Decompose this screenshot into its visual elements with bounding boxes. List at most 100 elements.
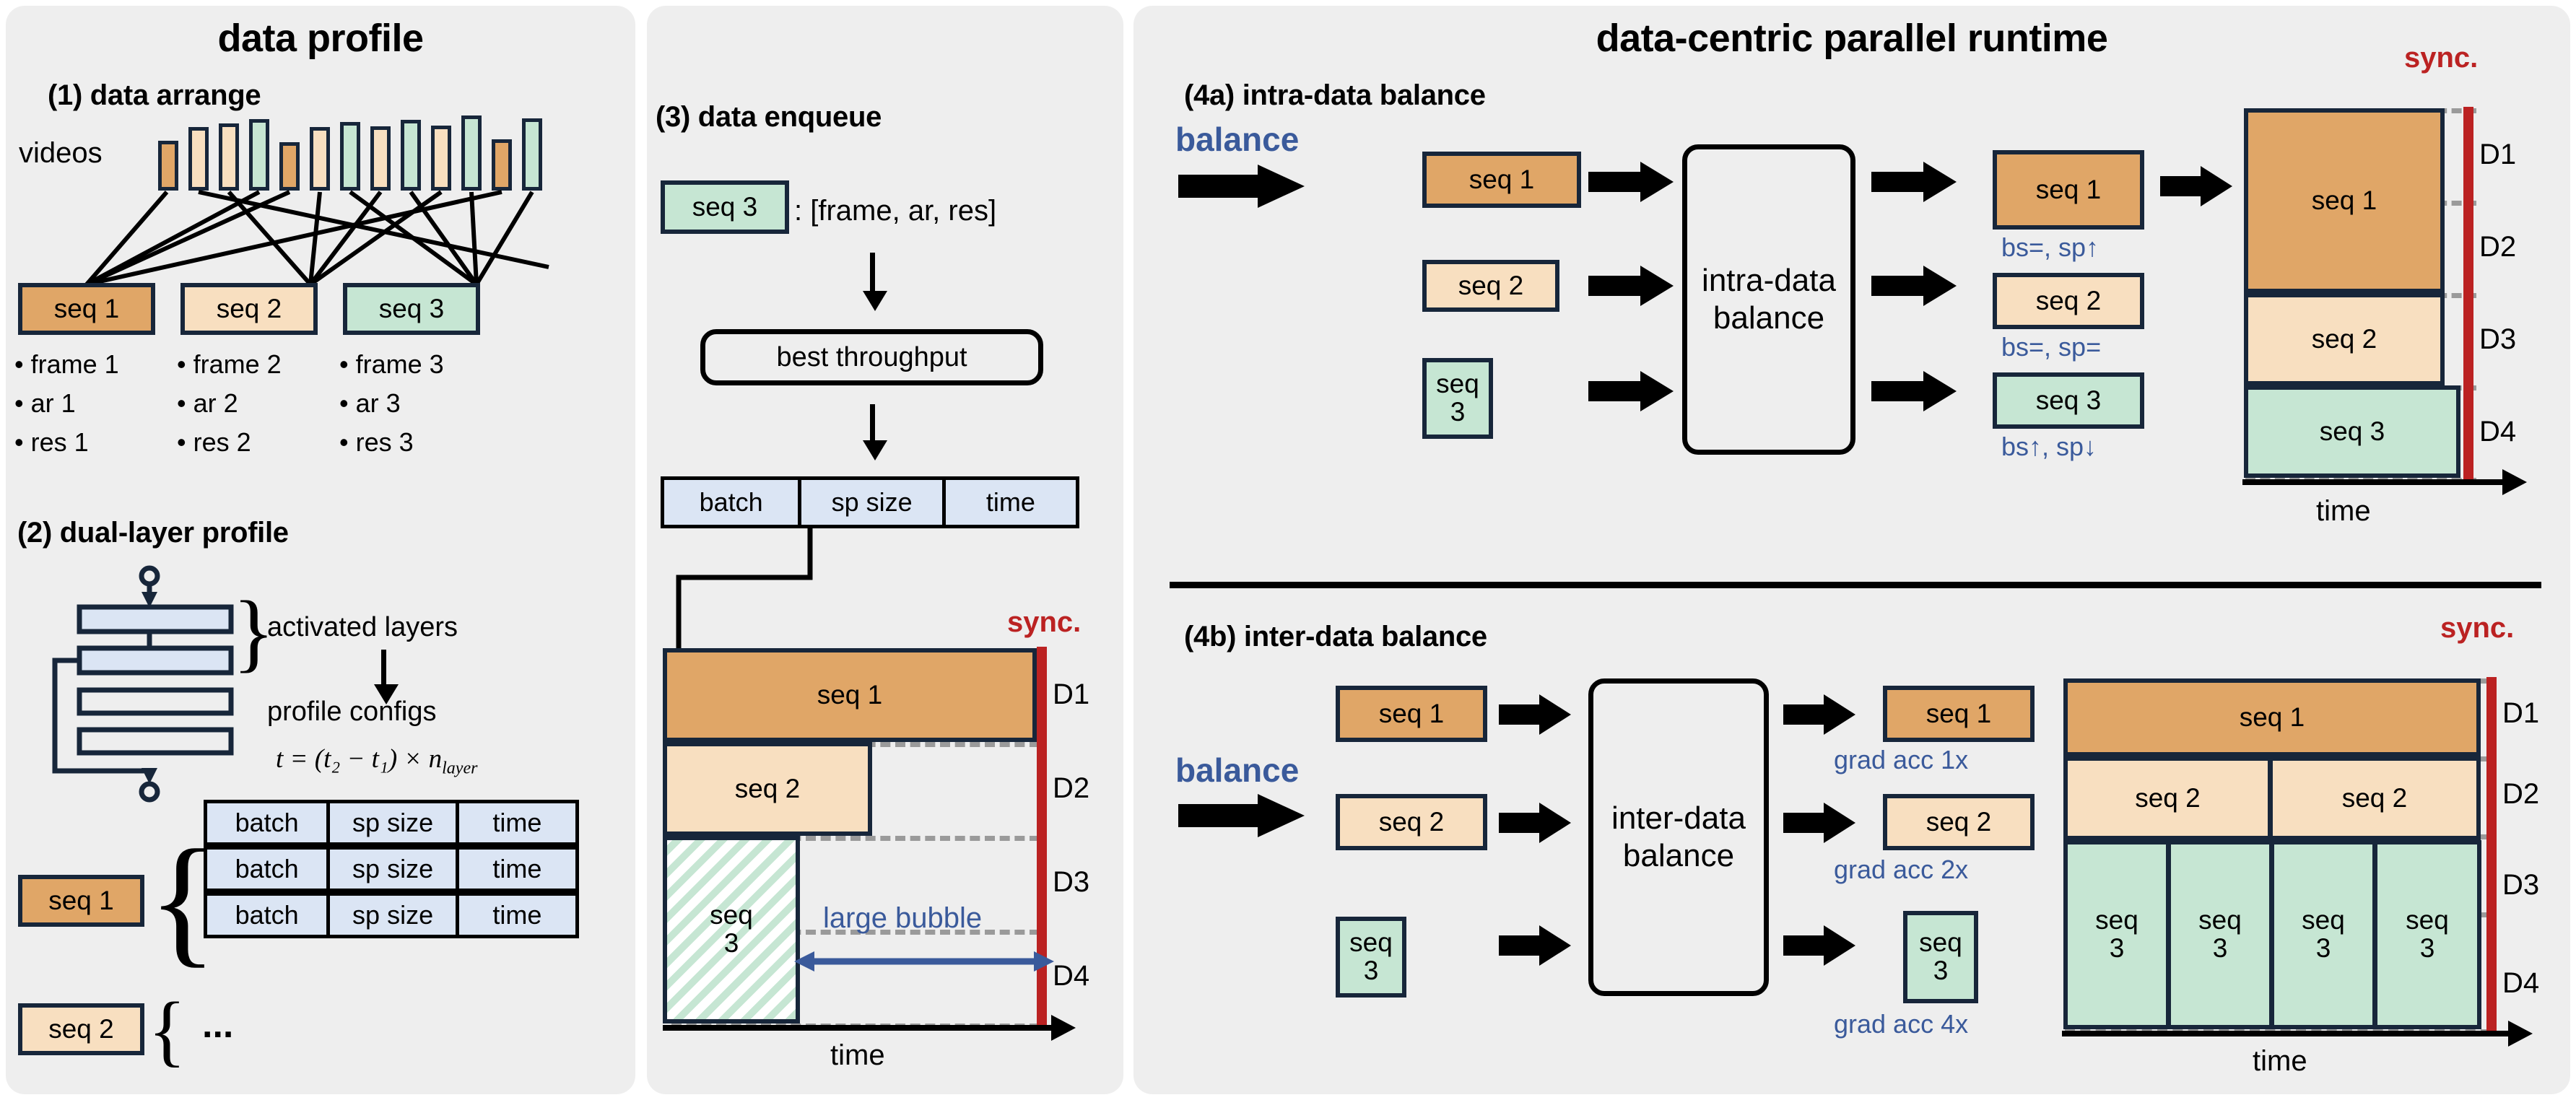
intra-output-note-2: bs=, sp= [2001,332,2102,362]
intra-input-seq2: seq 2 [1422,260,1559,312]
enqueue-arrow-1 [863,253,887,311]
timeline-bar-label: seq 3 [2302,905,2345,963]
timeline-bar-label: seq 3 [2319,416,2385,446]
video-bar [461,115,482,191]
timeline-4a-row-d2: D2 [2479,231,2517,263]
timeline-bar-label: seq 1 [2239,702,2305,732]
timeline-4a-bar-seq2: seq 2 [2244,293,2445,385]
timeline-4b-row3-cell: seq 3 [2270,840,2377,1029]
timeline-bar-label: seq 3 [2095,905,2138,963]
section-title-dual-layer-profile: (2) dual-layer profile [17,517,289,549]
inter-output-seq2: seq 2 [1883,794,2035,850]
table-header-cell: sp size [801,480,946,525]
table-cell: time [458,850,575,889]
seq-box-label: seq 2 [1458,270,1524,300]
profile-formula-sub: layer [442,759,478,778]
best-throughput-box: best throughput [700,329,1043,385]
seq-box-label: seq 3 [692,191,758,222]
attr-list-3: • frame 3 • ar 3 • res 3 [339,345,444,462]
inter-output-seq1: seq 1 [1883,686,2035,742]
time-axis-label-4a: time [2316,495,2371,527]
seq-box-label: seq 1 [2035,174,2102,204]
attr-list-2: • frame 2 • ar 2 • res 2 [177,345,282,462]
timeline-bar-seq2: seq 2 [663,742,872,836]
inter-output-note-1: grad acc 1x [1834,745,1969,774]
enqueue-seq-meta: : [frame, ar, res] [794,195,997,227]
intra-data-balance-box: intra-data balance [1682,144,1855,455]
time-axis-label-3: time [830,1039,885,1071]
intra-to-timeline-arrow [2160,166,2232,206]
sync-label-3: sync. [1007,606,1082,638]
timeline-bar-label: seq 2 [2135,782,2201,813]
profile-formula-text: t = (t₂ − t₁) × n [276,744,443,774]
table-cell: batch [207,803,331,842]
seq-box-2: seq 2 [180,283,318,335]
intra-output-arrows [1871,162,1957,411]
diagram-canvas: data profile (1) data arrange videos seq… [0,0,2576,1100]
seq-box-label: seq 2 [216,293,282,323]
profile-table-row: batch sp size time [204,800,579,846]
inter-output-seq3: seq 3 [1903,911,1978,1003]
table-header-cell: batch [664,480,802,525]
timeline-row-label-d1: D1 [1053,678,1090,710]
attr-list-1: • frame 1 • ar 1 • res 1 [14,345,119,462]
seq-box-1: seq 1 [18,283,155,335]
inter-balance-label: inter-data balance [1611,800,1746,873]
profile-formula: t = (t₂ − t₁) × nlayer [276,743,477,778]
inter-output-note-3: grad acc 4x [1834,1009,1969,1039]
timeline-4a-bar-seq1: seq 1 [2244,108,2445,293]
intra-output-seq3: seq 3 [1993,372,2144,429]
timeline-bar-seq1: seq 1 [663,648,1037,742]
timeline-4a-row-d1: D1 [2479,139,2517,170]
timeline-row-label-d3: D3 [1053,866,1090,898]
seq-box-label: seq 2 [48,1013,114,1044]
seq-box-label: seq 3 [1436,369,1479,427]
sync-label-4a: sync. [2404,42,2479,74]
balance-label-4b: balance [1175,751,1300,789]
profile-seq-box-1: seq 1 [18,875,144,927]
section-divider [1170,582,2541,588]
intra-output-note-1: bs=, sp↑ [2001,232,2099,262]
timeline-bar-label: seq 3 [2406,905,2449,963]
timeline-4b-row1-cell: seq 1 [2063,678,2481,756]
timeline-bar-label: seq 2 [734,773,801,803]
timeline-4b-row3-cell: seq 3 [2167,840,2273,1029]
timeline-4b-row2-cell: seq 2 [2063,756,2272,840]
profile-table-row: batch sp size time [204,846,579,892]
balance-label-4a: balance [1175,121,1300,158]
attr-item: • ar 3 [339,388,401,418]
attr-item: • ar 1 [14,388,76,418]
timeline-bar-label: seq 2 [2341,782,2408,813]
section-title-intra-data-balance: (4a) intra-data balance [1184,79,1486,111]
seq-box-label: seq 1 [1468,164,1535,194]
enqueue-seq-chip: seq 3 [661,180,789,234]
timeline-bar-label: seq 1 [2311,185,2377,215]
profile-table-row: batch sp size time [204,892,579,938]
timeline-4a-row-d4: D4 [2479,416,2517,448]
table-cell: sp size [330,896,459,935]
timeline-row-label-d2: D2 [1053,772,1090,804]
time-axis-label-4b: time [2253,1045,2307,1077]
intra-input-seq3: seq 3 [1422,358,1493,439]
table-cell: time [458,803,575,842]
timeline-4b-row3-cell: seq 3 [2373,840,2481,1029]
enqueue-arrow-2 [863,404,887,460]
sync-bar-4b [2486,677,2497,1031]
intra-output-seq1: seq 1 [1993,150,2144,230]
attr-item: • ar 2 [177,388,238,418]
attr-item: • res 3 [339,427,414,457]
attr-item: • res 2 [177,427,251,457]
inter-input-seq3: seq 3 [1336,917,1406,998]
balance-arrow-4b [1178,794,1305,837]
inter-input-seq2: seq 2 [1336,794,1487,850]
timeline-row-label-d4: D4 [1053,960,1090,992]
seq-box-label: seq 3 [2035,385,2102,415]
inter-output-arrows [1783,694,1855,966]
seq-box-label: seq 3 [378,293,445,323]
timeline-4b-row3-cell: seq 3 [2063,840,2170,1029]
attr-item: • frame 2 [177,349,282,379]
profile-flow-arrow [374,650,399,704]
seq-box-label: seq 1 [48,885,114,915]
panel-title-runtime: data-centric parallel runtime [1596,17,2108,60]
large-bubble-label: large bubble [823,902,983,934]
